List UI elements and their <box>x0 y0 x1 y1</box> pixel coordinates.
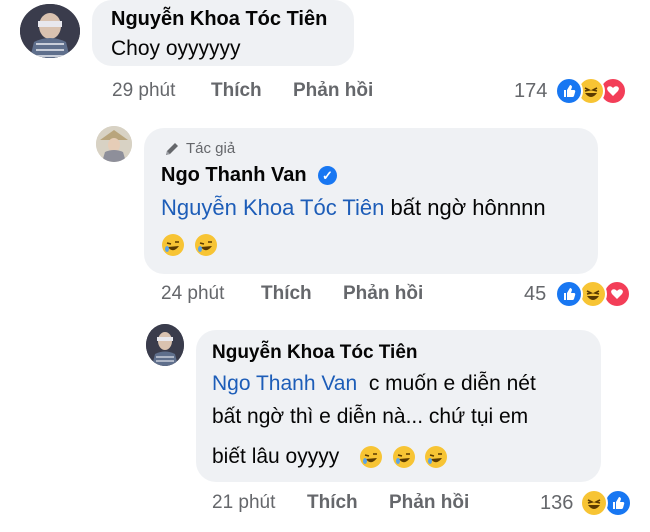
like-reaction-icon <box>555 77 583 105</box>
like-reaction-icon <box>604 489 632 517</box>
reaction-count[interactable]: 45 <box>524 283 546 306</box>
haha-reaction-icon <box>580 489 608 517</box>
comment-text: Choy oyyyyyy <box>111 37 241 60</box>
comment-author[interactable]: Ngo Thanh Van <box>161 164 307 187</box>
haha-reaction-icon <box>579 280 607 308</box>
comment-text-line: biết lâu oyyyy <box>212 445 340 468</box>
reply-button[interactable]: Phản hồi <box>343 283 423 305</box>
comment-time[interactable]: 21 phút <box>212 492 275 514</box>
reply-button[interactable]: Phản hồi <box>293 80 373 102</box>
avatar[interactable] <box>146 324 184 366</box>
like-button[interactable]: Thích <box>211 80 262 102</box>
rofl-emoji-icon <box>195 234 217 256</box>
rofl-emoji-icon <box>393 446 415 468</box>
mention-link[interactable]: Nguyễn Khoa Tóc Tiên <box>161 195 384 220</box>
comment-author[interactable]: Nguyễn Khoa Tóc Tiên <box>111 8 327 31</box>
author-badge: Tác giả <box>186 140 236 157</box>
rofl-emoji-icon <box>425 446 447 468</box>
reaction-count[interactable]: 174 <box>514 80 547 103</box>
like-button[interactable]: Thích <box>261 283 312 305</box>
avatar[interactable] <box>96 126 132 162</box>
comment-text-line: c muốn e diễn nét <box>368 372 536 395</box>
avatar[interactable] <box>20 4 80 58</box>
comment-text-body: bất ngờ hônnnn <box>390 195 546 220</box>
rofl-emoji-icon <box>360 446 382 468</box>
comment-author[interactable]: Nguyễn Khoa Tóc Tiên <box>212 342 418 364</box>
comment-text: Ngo Thanh Van c muốn e diễn nét <box>212 372 536 396</box>
comment-time[interactable]: 29 phút <box>112 80 175 102</box>
reply-button[interactable]: Phản hồi <box>389 492 469 514</box>
comment-text: Nguyễn Khoa Tóc Tiên bất ngờ hônnnn <box>161 195 546 221</box>
love-reaction-icon <box>603 280 631 308</box>
like-button[interactable]: Thích <box>307 492 358 514</box>
rofl-emoji-icon <box>162 234 184 256</box>
verified-badge-icon: ✓ <box>318 166 337 185</box>
comment-text-line: bất ngờ thì e diễn nà... chứ tụi em <box>212 405 529 428</box>
reaction-count[interactable]: 136 <box>540 492 573 515</box>
pencil-icon <box>163 140 181 158</box>
like-reaction-icon <box>555 280 583 308</box>
comment-time[interactable]: 24 phút <box>161 283 224 305</box>
mention-link[interactable]: Ngo Thanh Van <box>212 372 357 395</box>
